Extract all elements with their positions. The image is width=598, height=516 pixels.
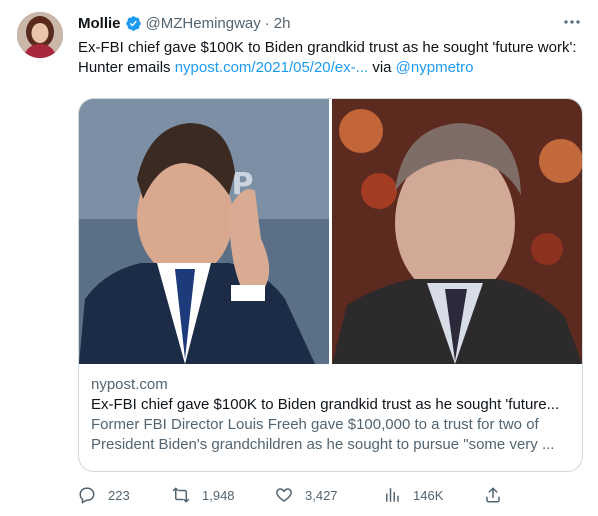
views-button[interactable]: 146K — [383, 486, 443, 504]
reply-icon — [79, 487, 95, 504]
retweet-icon — [172, 487, 190, 503]
avatar[interactable] — [17, 12, 63, 58]
mention-link[interactable]: @nypmetro — [396, 59, 474, 76]
separator-dot: · — [264, 14, 270, 32]
handle[interactable]: @MZHemingway — [146, 15, 261, 32]
verified-badge-icon — [125, 15, 142, 32]
like-count: 3,427 — [305, 487, 338, 503]
reply-count: 223 — [108, 487, 130, 503]
retweet-button[interactable]: 1,948 — [172, 486, 235, 504]
card-image: FP — [79, 99, 582, 364]
tweet-text-via: via — [368, 59, 396, 76]
like-icon — [276, 488, 292, 502]
views-count: 146K — [413, 487, 444, 503]
tweet-header: Mollie @MZHemingway · 2h — [78, 13, 290, 33]
tweet-text: Ex-FBI chief gave $100K to Biden grandki… — [78, 38, 578, 78]
link-card[interactable]: FP nypost.com Ex-FBI chief gave $100K to… — [78, 98, 583, 472]
action-bar: 223 1,948 3,427 146K — [78, 484, 508, 506]
card-domain: nypost.com — [91, 376, 168, 393]
like-button[interactable]: 3,427 — [275, 486, 338, 504]
tweet[interactable]: Mollie @MZHemingway · 2h Ex-FBI chief ga… — [0, 0, 598, 516]
more-icon[interactable] — [562, 12, 582, 32]
display-name[interactable]: Mollie — [78, 15, 121, 32]
card-text: nypost.com Ex-FBI chief gave $100K to Bi… — [91, 375, 571, 455]
reply-button[interactable]: 223 — [78, 486, 130, 504]
timestamp[interactable]: 2h — [274, 15, 291, 32]
article-link[interactable]: nypost.com/2021/05/20/ex-... — [175, 59, 368, 76]
share-button[interactable] — [484, 486, 514, 504]
card-description: Former FBI Director Louis Freeh gave $10… — [91, 416, 555, 453]
share-icon — [486, 487, 500, 503]
views-icon — [386, 488, 399, 502]
card-title: Ex-FBI chief gave $100K to Biden grandki… — [91, 396, 560, 413]
retweet-count: 1,948 — [202, 487, 235, 503]
